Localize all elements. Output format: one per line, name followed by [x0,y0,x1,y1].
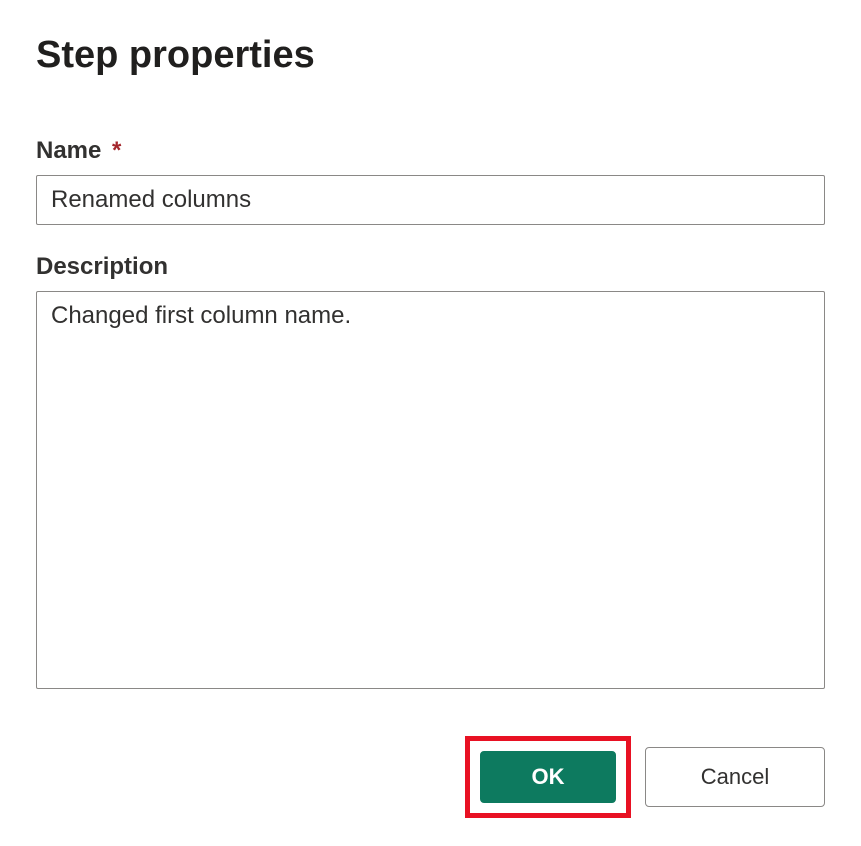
name-input[interactable] [36,175,825,225]
name-field-group: Name * [36,137,825,225]
dialog-title: Step properties [36,34,825,77]
dialog-button-row: OK Cancel [36,736,825,818]
description-input[interactable]: Changed first column name. [36,291,825,689]
description-field-group: Description Changed first column name. [36,253,825,694]
name-label-text: Name [36,137,101,164]
name-label: Name * [36,137,825,165]
description-label: Description [36,253,825,281]
ok-button-highlight: OK [465,736,631,818]
cancel-button[interactable]: Cancel [645,747,825,807]
required-asterisk-icon: * [112,137,121,164]
ok-button[interactable]: OK [480,751,616,803]
